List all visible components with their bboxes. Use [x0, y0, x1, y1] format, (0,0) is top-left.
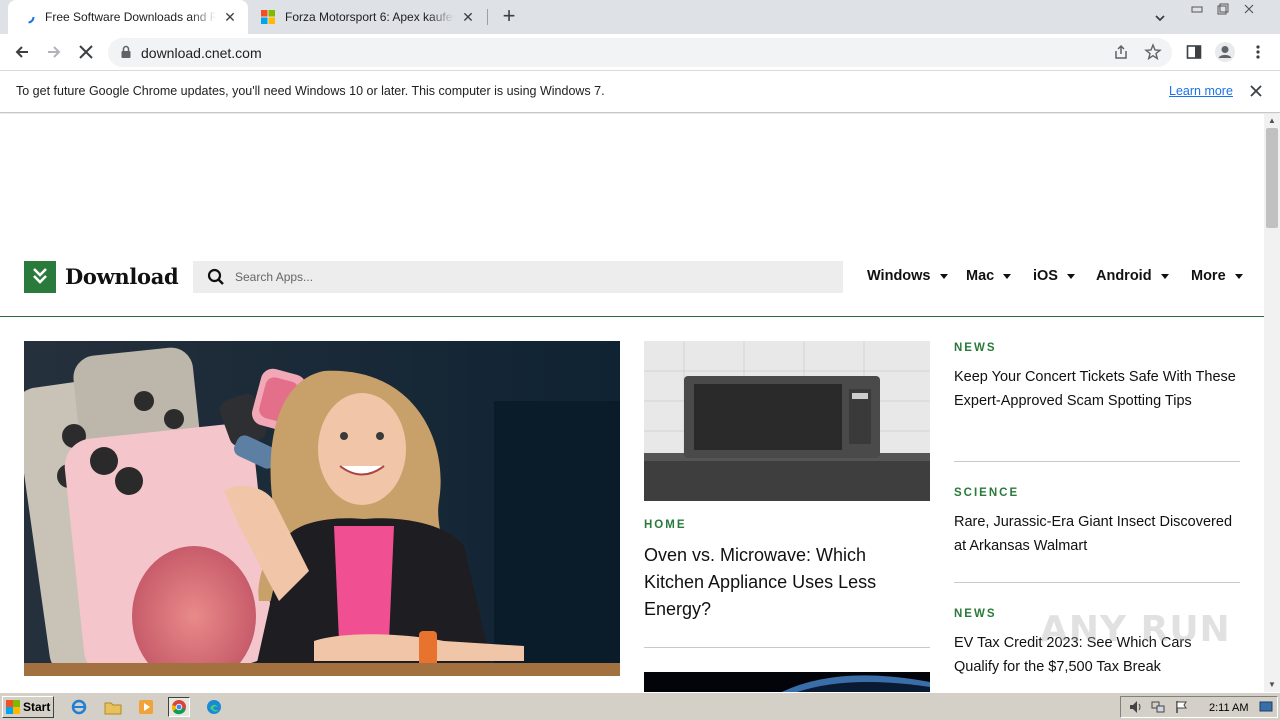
chrome-taskbar-icon[interactable]: [168, 697, 190, 717]
lock-icon[interactable]: [120, 45, 132, 64]
article-title[interactable]: Rare, Jurassic-Era Giant Insect Discover…: [954, 510, 1240, 558]
tab-close-icon[interactable]: ✕: [222, 9, 238, 25]
site-logo-text[interactable]: Download: [65, 264, 179, 289]
side-panel-icon[interactable]: [1182, 40, 1206, 64]
stop-loading-icon[interactable]: [74, 40, 98, 64]
show-desktop-icon[interactable]: [1259, 700, 1273, 719]
share-icon[interactable]: [1112, 43, 1130, 66]
scroll-up-icon[interactable]: ▲: [1264, 114, 1280, 128]
site-header: Download Windows Mac iOS Android More: [0, 245, 1264, 317]
menu-kebab-icon[interactable]: [1246, 40, 1270, 64]
scroll-down-icon[interactable]: ▼: [1264, 678, 1280, 692]
search-input[interactable]: [235, 261, 825, 293]
search-icon[interactable]: [207, 268, 225, 291]
action-center-flag-icon[interactable]: [1175, 700, 1189, 719]
nav-ios[interactable]: iOS: [1033, 268, 1075, 284]
windows-taskbar: Start 2:11 AM: [0, 692, 1280, 720]
start-label: Start: [23, 700, 51, 714]
nav-android[interactable]: Android: [1096, 268, 1169, 284]
tab-separator: [487, 9, 488, 25]
tab-title: Forza Motorsport 6: Apex kaufen – Micros…: [285, 10, 454, 24]
address-bar[interactable]: download.cnet.com: [108, 38, 1172, 67]
back-icon[interactable]: [10, 40, 34, 64]
nav-windows[interactable]: Windows: [867, 268, 948, 284]
tab-title: Free Software Downloads and Reviews: [45, 10, 216, 24]
internet-explorer-icon[interactable]: [68, 697, 90, 717]
new-tab-icon[interactable]: +: [498, 5, 520, 28]
search-bar[interactable]: [193, 261, 843, 293]
page-viewport: Download Windows Mac iOS Android More: [0, 114, 1264, 692]
system-tray: [1120, 696, 1278, 718]
tab-strip: Free Software Downloads and Reviews ✕ Fo…: [0, 0, 1280, 34]
chevron-down-icon: [1234, 273, 1243, 279]
bookmark-star-icon[interactable]: [1144, 43, 1162, 66]
article-kicker[interactable]: HOME: [644, 519, 687, 531]
nav-label: Windows: [867, 268, 931, 284]
file-explorer-icon[interactable]: [102, 697, 124, 717]
watermark: ANY RUN: [1040, 609, 1231, 650]
tab-forza[interactable]: Forza Motorsport 6: Apex kaufen – Micros…: [250, 0, 486, 34]
chevron-down-icon: [1003, 273, 1012, 279]
tab-cnet[interactable]: Free Software Downloads and Reviews ✕: [8, 0, 248, 34]
chevron-down-icon: [1160, 273, 1169, 279]
microsoft-icon: [260, 9, 276, 25]
tab-close-icon[interactable]: ✕: [460, 9, 476, 25]
nav-mac[interactable]: Mac: [966, 268, 1012, 284]
windows-flag-icon: [6, 700, 20, 714]
forward-icon[interactable]: [42, 40, 66, 64]
close-window-icon[interactable]: [1236, 0, 1262, 18]
nav-label: More: [1191, 268, 1226, 284]
nav-more[interactable]: More: [1191, 268, 1243, 284]
article-title[interactable]: Keep Your Concert Tickets Safe With Thes…: [954, 365, 1240, 413]
edge-icon[interactable]: [203, 697, 225, 717]
loading-icon: [20, 9, 36, 25]
article-kicker[interactable]: NEWS: [954, 608, 997, 620]
article-title[interactable]: Oven vs. Microwave: Which Kitchen Applia…: [644, 542, 930, 623]
article-kicker[interactable]: NEWS: [954, 342, 997, 354]
nav-label: Android: [1096, 268, 1152, 284]
window-controls: [1184, 0, 1262, 18]
media-player-icon[interactable]: [135, 697, 157, 717]
url-text: download.cnet.com: [141, 45, 262, 61]
profile-avatar-icon[interactable]: [1213, 40, 1237, 64]
chevron-down-icon: [939, 273, 948, 279]
learn-more-link[interactable]: Learn more: [1169, 84, 1233, 98]
microwave-article-image[interactable]: [644, 341, 930, 501]
update-infobar: To get future Google Chrome updates, you…: [0, 71, 1280, 113]
chevron-down-icon: [1066, 273, 1075, 279]
minimize-icon[interactable]: [1184, 0, 1210, 18]
scrollbar-thumb[interactable]: [1266, 128, 1278, 228]
divider: [644, 647, 930, 648]
browser-toolbar: download.cnet.com: [0, 34, 1280, 71]
network-icon[interactable]: [1151, 700, 1165, 719]
divider: [954, 461, 1240, 462]
nav-label: iOS: [1033, 268, 1058, 284]
infobar-message: To get future Google Chrome updates, you…: [16, 84, 605, 98]
hero-article-image[interactable]: [24, 341, 620, 676]
space-article-image[interactable]: [644, 672, 930, 692]
close-icon[interactable]: [1248, 83, 1264, 99]
download-logo-icon[interactable]: [24, 261, 56, 293]
start-button[interactable]: Start: [2, 696, 54, 718]
nav-label: Mac: [966, 268, 995, 284]
taskbar-clock[interactable]: 2:11 AM: [1209, 702, 1249, 714]
volume-icon[interactable]: [1129, 700, 1143, 719]
article-kicker[interactable]: SCIENCE: [954, 487, 1019, 499]
restore-icon[interactable]: [1210, 0, 1236, 18]
page-scrollbar[interactable]: ▲ ▼: [1264, 114, 1280, 692]
divider: [954, 582, 1240, 583]
tab-search-icon[interactable]: [1150, 8, 1170, 28]
